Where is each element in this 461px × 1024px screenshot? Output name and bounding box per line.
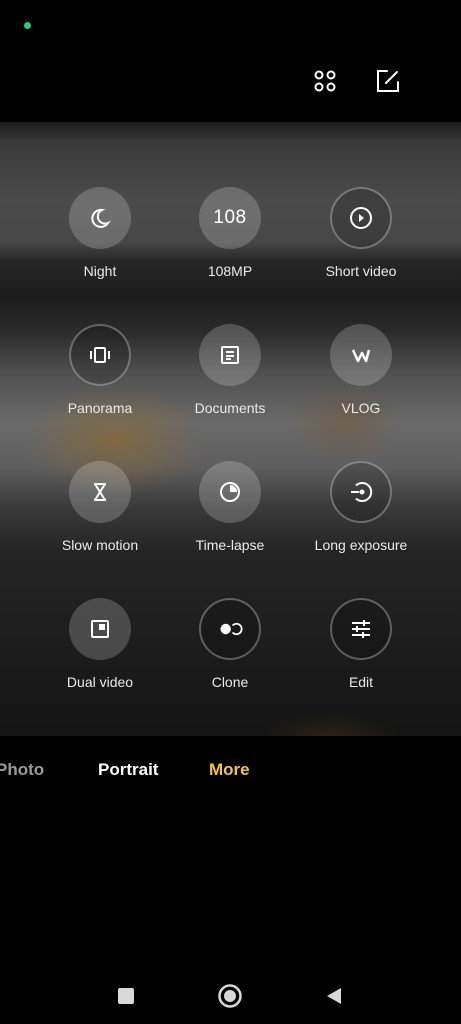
hourglass-icon xyxy=(94,483,106,501)
mode-label: 108MP xyxy=(207,263,253,279)
mode-tab-more[interactable]: More xyxy=(209,760,250,780)
back-icon xyxy=(327,988,341,1004)
mode-label: Short video xyxy=(325,263,397,279)
document-icon xyxy=(221,346,239,364)
mode-long-exposure[interactable]: Long exposure xyxy=(291,461,431,553)
sliders-icon xyxy=(352,620,370,638)
mode-label: Night xyxy=(83,263,117,279)
mode-edit[interactable]: Edit xyxy=(291,598,431,690)
long-exposure-icon xyxy=(351,482,373,502)
system-nav-bar xyxy=(0,980,461,1012)
108-icon: 108 xyxy=(213,207,247,228)
mode-tab-photo[interactable]: Photo xyxy=(0,760,44,780)
mode-label: Dual video xyxy=(66,674,134,690)
mode-night[interactable]: Night xyxy=(30,187,170,279)
play-circle-icon xyxy=(350,207,372,229)
mode-label: Documents xyxy=(194,400,266,416)
status-indicator-dot xyxy=(24,22,31,29)
clone-icon xyxy=(220,622,243,636)
back-button[interactable] xyxy=(318,980,350,1012)
mode-tab-portrait[interactable]: Portrait xyxy=(98,760,158,780)
dual-video-icon xyxy=(91,620,109,638)
mode-short-video[interactable]: Short video xyxy=(291,187,431,279)
moon-icon xyxy=(91,208,111,228)
mode-label: Clone xyxy=(211,674,249,690)
mode-button[interactable] xyxy=(199,461,261,523)
mode-panorama[interactable]: Panorama xyxy=(30,324,170,416)
home-button[interactable] xyxy=(214,980,246,1012)
mode-button[interactable] xyxy=(69,598,131,660)
mode-button[interactable] xyxy=(199,324,261,386)
mode-label: Panorama xyxy=(67,400,133,416)
mode-button[interactable] xyxy=(330,598,392,660)
edit-icon[interactable] xyxy=(375,68,401,94)
home-icon xyxy=(218,984,242,1008)
recents-button[interactable] xyxy=(110,980,142,1012)
timelapse-icon xyxy=(220,482,240,502)
mode-dual-video[interactable]: Dual video xyxy=(30,598,170,690)
mode-documents[interactable]: Documents xyxy=(160,324,300,416)
camera-mode-bar: Photo Portrait More xyxy=(0,760,461,784)
mode-button[interactable]: 108 xyxy=(199,187,261,249)
recents-icon xyxy=(118,988,134,1004)
mode-clone[interactable]: Clone xyxy=(160,598,300,690)
mode-label: Edit xyxy=(348,674,374,690)
mode-button[interactable] xyxy=(330,461,392,523)
mode-slow-motion[interactable]: Slow motion xyxy=(30,461,170,553)
mode-label: Time-lapse xyxy=(195,537,265,553)
vlog-icon xyxy=(351,349,371,363)
mode-label: VLOG xyxy=(341,400,381,416)
mode-label: Slow motion xyxy=(61,537,139,553)
mode-vlog[interactable]: VLOG xyxy=(291,324,431,416)
mode-button[interactable] xyxy=(69,461,131,523)
mode-button[interactable] xyxy=(330,187,392,249)
mode-108mp[interactable]: 108 108MP xyxy=(160,187,300,279)
mode-button[interactable] xyxy=(199,598,261,660)
panorama-icon xyxy=(90,347,110,363)
mode-time-lapse[interactable]: Time-lapse xyxy=(160,461,300,553)
mode-button[interactable] xyxy=(69,187,131,249)
grid-icon[interactable] xyxy=(312,68,338,94)
mode-button[interactable] xyxy=(330,324,392,386)
mode-label: Long exposure xyxy=(314,537,408,553)
mode-button[interactable] xyxy=(69,324,131,386)
